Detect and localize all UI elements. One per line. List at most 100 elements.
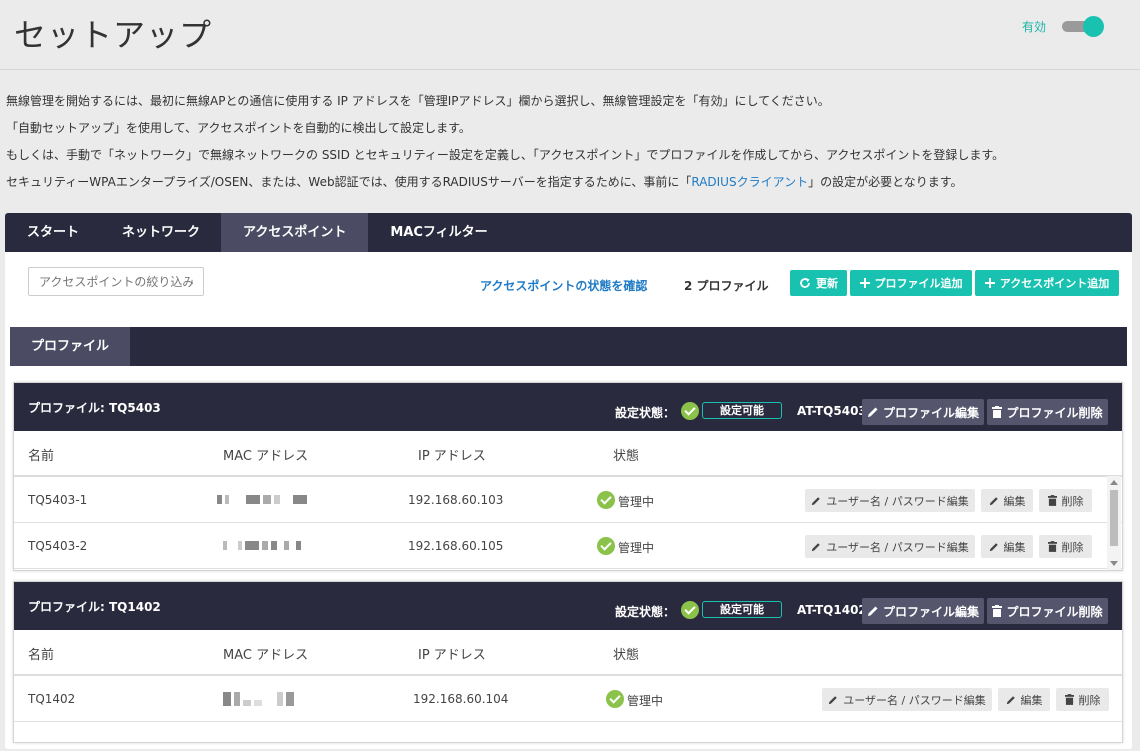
check-circle-icon	[681, 402, 699, 420]
ap-name: TQ5403-2	[28, 539, 88, 553]
desc-line-1: 無線管理を開始するには、最初に無線APとの通信に使用する IP アドレスを「管理…	[6, 94, 830, 108]
trash-icon	[1064, 694, 1074, 705]
ap-status-link[interactable]: アクセスポイントの状態を確認	[480, 277, 647, 294]
col-name: 名前	[28, 449, 55, 464]
trash-icon	[992, 605, 1003, 617]
col-ip: IP アドレス	[418, 648, 486, 663]
tab-access-point[interactable]: アクセスポイント	[221, 213, 369, 252]
delete-profile-label: プロファイル削除	[1006, 405, 1103, 420]
enable-toggle[interactable]	[1060, 16, 1104, 37]
refresh-button[interactable]: 更新	[790, 270, 847, 296]
main-panel: スタート ネットワーク アクセスポイント MACフィルター アクセスポイントの状…	[5, 213, 1132, 749]
col-status: 状態	[613, 648, 640, 663]
setup-description: 無線管理を開始するには、最初に無線APとの通信に使用する IP アドレスを「管理…	[6, 88, 1004, 196]
edit-credentials-button[interactable]: ユーザー名 / パスワード編集	[805, 535, 975, 558]
delete-profile-button[interactable]: プロファイル削除	[987, 399, 1108, 425]
ap-name: TQ1402	[28, 692, 76, 706]
mac-address-redacted	[223, 541, 304, 550]
edit-profile-label: プロファイル編集	[882, 405, 979, 420]
col-mac: MAC アドレス	[223, 449, 309, 464]
radius-client-link[interactable]: RADIUSクライアント	[691, 175, 808, 189]
pencil-icon	[989, 542, 999, 552]
scrollbar-thumb[interactable]	[1110, 490, 1118, 546]
edit-ap-label: 編集	[1003, 494, 1026, 508]
profile-title: プロファイル: TQ1402	[28, 600, 161, 614]
ap-filter-input[interactable]	[28, 267, 204, 296]
tab-network[interactable]: ネットワーク	[101, 213, 221, 252]
pencil-icon	[867, 605, 879, 617]
profile-count: 2 プロファイル	[684, 279, 769, 293]
delete-ap-label: 削除	[1061, 540, 1084, 554]
delete-profile-label: プロファイル削除	[1006, 604, 1103, 619]
edit-ap-button[interactable]: 編集	[998, 688, 1050, 711]
edit-profile-button[interactable]: プロファイル編集	[862, 399, 984, 425]
desc-line-4-prefix: セキュリティーWPAエンタープライズ/OSEN、または、Web認証では、使用する…	[6, 175, 692, 189]
config-state-badge: 設定可能	[702, 601, 782, 618]
ap-name: TQ5403-1	[28, 493, 88, 507]
subtab-profile[interactable]: プロファイル	[10, 327, 130, 366]
col-ip: IP アドレス	[418, 449, 486, 464]
edit-credentials-button[interactable]: ユーザー名 / パスワード編集	[805, 489, 975, 512]
edit-ap-label: 編集	[1020, 693, 1043, 707]
profile-model: AT-TQ1402	[797, 603, 867, 617]
profile-card-tq1402: プロファイル: TQ1402 設定状態： 設定可能 AT-TQ1402 プロファ…	[13, 581, 1123, 743]
check-circle-icon	[606, 690, 624, 708]
check-circle-icon	[597, 537, 615, 555]
desc-line-2: 「自動セットアップ」を使用して、アクセスポイントを自動的に検出して設定します。	[6, 121, 471, 135]
table-header: 名前 MAC アドレス IP アドレス 状態	[14, 431, 1122, 477]
mac-address-redacted	[217, 495, 310, 504]
pencil-icon	[811, 542, 821, 552]
table-scrollbar[interactable]	[1107, 476, 1121, 570]
scroll-down-icon[interactable]	[1110, 561, 1118, 566]
refresh-icon	[799, 277, 811, 289]
delete-ap-button[interactable]: 削除	[1039, 535, 1092, 558]
profile-card-tq5403: プロファイル: TQ5403 設定状態： 設定可能 AT-TQ5403 プロファ…	[13, 382, 1123, 571]
header-divider	[0, 69, 1140, 70]
profile-subtab-bar: プロファイル	[10, 327, 1127, 366]
pencil-icon	[989, 496, 999, 506]
edit-ap-button[interactable]: 編集	[981, 535, 1033, 558]
plus-icon	[859, 278, 870, 288]
delete-ap-label: 削除	[1078, 693, 1101, 707]
edit-credentials-label: ユーザー名 / パスワード編集	[843, 693, 986, 707]
ap-status: 管理中	[618, 495, 655, 509]
page-title: セットアップ	[14, 16, 213, 54]
delete-ap-button[interactable]: 削除	[1039, 489, 1092, 512]
edit-credentials-label: ユーザー名 / パスワード編集	[826, 494, 969, 508]
tab-start[interactable]: スタート	[5, 213, 101, 252]
profile-card-header: プロファイル: TQ5403 設定状態： 設定可能 AT-TQ5403 プロファ…	[14, 383, 1122, 431]
edit-ap-button[interactable]: 編集	[981, 489, 1033, 512]
pencil-icon	[811, 496, 821, 506]
add-profile-button[interactable]: プロファイル追加	[850, 270, 972, 296]
edit-credentials-label: ユーザー名 / パスワード編集	[826, 540, 969, 554]
delete-ap-button[interactable]: 削除	[1056, 688, 1109, 711]
toggle-knob	[1083, 16, 1104, 37]
desc-line-4-suffix: 」の設定が必要となります。	[808, 175, 963, 189]
refresh-label: 更新	[816, 277, 838, 290]
pencil-icon	[1006, 695, 1016, 705]
plus-icon	[984, 278, 995, 288]
ap-status: 管理中	[618, 541, 655, 555]
enable-label: 有効	[1021, 19, 1046, 34]
delete-ap-label: 削除	[1061, 494, 1084, 508]
profile-card-header: プロファイル: TQ1402 設定状態： 設定可能 AT-TQ1402 プロファ…	[14, 582, 1122, 630]
edit-ap-label: 編集	[1003, 540, 1026, 554]
edit-credentials-button[interactable]: ユーザー名 / パスワード編集	[822, 688, 992, 711]
delete-profile-button[interactable]: プロファイル削除	[987, 598, 1108, 624]
trash-icon	[1047, 541, 1057, 552]
add-ap-button[interactable]: アクセスポイント追加	[975, 270, 1119, 296]
table-row: TQ1402 192.168.60.104 管理中 ユーザー名 / パスワード編…	[14, 676, 1122, 722]
pencil-icon	[867, 406, 879, 418]
table-row: TQ5403-2 192.168.60.105 管理中 ユーザー名 / パスワー…	[14, 523, 1122, 569]
col-status: 状態	[613, 449, 640, 464]
config-state-label: 設定状態：	[615, 406, 676, 420]
profile-model: AT-TQ5403	[797, 404, 867, 418]
check-circle-icon	[681, 601, 699, 619]
col-mac: MAC アドレス	[223, 648, 309, 663]
edit-profile-button[interactable]: プロファイル編集	[862, 598, 984, 624]
scroll-up-icon[interactable]	[1110, 480, 1118, 485]
mac-address-redacted	[223, 692, 297, 706]
tab-mac-filter[interactable]: MACフィルター	[368, 213, 509, 252]
desc-line-4: セキュリティーWPAエンタープライズ/OSEN、または、Web認証では、使用する…	[6, 169, 1004, 196]
tab-bar: スタート ネットワーク アクセスポイント MACフィルター	[5, 213, 1132, 252]
